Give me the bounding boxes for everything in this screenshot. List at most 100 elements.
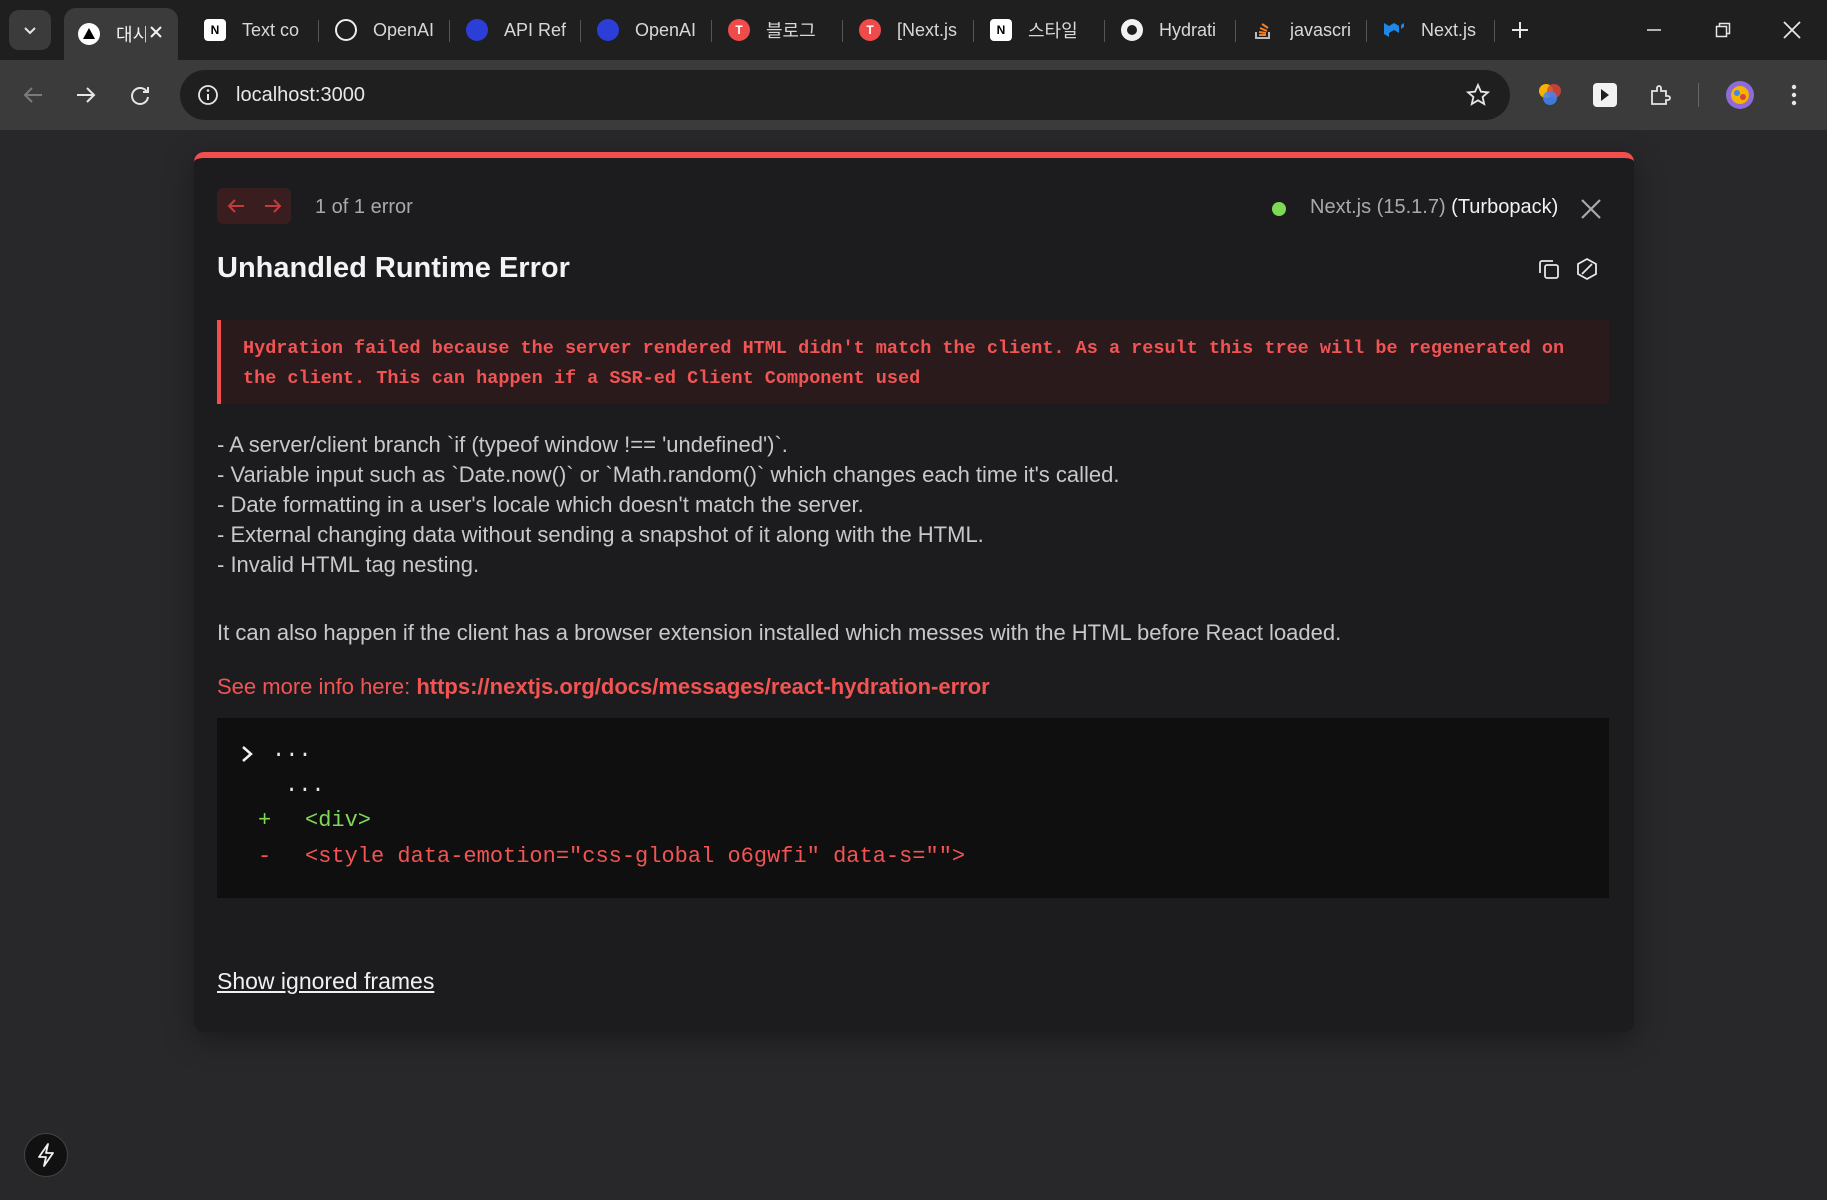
- reload-button[interactable]: [122, 77, 158, 113]
- tab-openai[interactable]: OpenAI: [321, 8, 439, 52]
- openai-icon: [335, 19, 357, 41]
- extensions-puzzle-icon[interactable]: [1642, 77, 1678, 113]
- dev-extension-icon[interactable]: [1587, 77, 1623, 113]
- arrow-left-icon: [23, 87, 42, 103]
- site-info-icon[interactable]: [192, 79, 224, 111]
- reload-icon: [131, 87, 149, 105]
- tab-title: OpenAI: [635, 19, 697, 40]
- cause-item: - A server/client branch `if (typeof win…: [217, 432, 788, 457]
- restore-button[interactable]: [1701, 10, 1745, 50]
- tab-title: [Next.js: [897, 19, 958, 40]
- minimize-icon: [1647, 29, 1661, 31]
- notion-icon: N: [204, 19, 226, 41]
- tab-style[interactable]: N 스타일: [976, 8, 1094, 52]
- cause-list: - A server/client branch `if (typeof win…: [217, 430, 1120, 580]
- plus-icon: [1512, 22, 1528, 38]
- tab-title: Text co: [242, 19, 300, 40]
- tab-title: Next.js: [1421, 19, 1477, 40]
- address-bar[interactable]: localhost:3000: [180, 70, 1510, 120]
- nextjs-icon: [78, 23, 100, 45]
- tab-title: Hydrati: [1159, 19, 1217, 40]
- arrow-right-icon: [264, 199, 281, 213]
- notion-icon: N: [990, 19, 1012, 41]
- tab-title: OpenAI: [373, 19, 435, 40]
- hydration-docs-link[interactable]: https://nextjs.org/docs/messages/react-h…: [416, 674, 989, 699]
- error-pager: [217, 188, 291, 224]
- tab-title: 대시보드: [116, 25, 146, 45]
- error-title: Unhandled Runtime Error: [217, 252, 570, 284]
- tab-title: API Ref: [504, 19, 566, 40]
- extension-note: It can also happen if the client has a b…: [217, 620, 1342, 645]
- build-status-dot: [1272, 202, 1286, 216]
- diff-code-block: ... ... + <div> - <style data-emotion="c…: [217, 718, 1609, 898]
- diff-removed-line: <style data-emotion="css-global o6gwfi" …: [305, 844, 966, 869]
- nextjs-dev-tools-button[interactable]: [24, 1133, 68, 1177]
- arrow-right-icon: [77, 87, 96, 103]
- minimize-button[interactable]: [1632, 10, 1676, 50]
- forward-button[interactable]: [68, 77, 104, 113]
- url-text[interactable]: localhost:3000: [236, 84, 365, 107]
- lightning-bolt-icon: [38, 1143, 54, 1167]
- previous-error-button[interactable]: [217, 188, 254, 224]
- tab-search-button[interactable]: [9, 10, 51, 50]
- diff-removed-marker: -: [258, 844, 272, 869]
- cause-item: - Invalid HTML tag nesting.: [217, 552, 480, 577]
- tab-nextjs-blog[interactable]: T [Next.js: [845, 8, 963, 52]
- tab-title: 블로그: [766, 21, 816, 41]
- close-icon: [1783, 21, 1801, 39]
- mui-icon: [1383, 19, 1405, 41]
- diff-added-marker: +: [258, 808, 272, 833]
- more-menu-icon[interactable]: [1776, 77, 1812, 113]
- more-info: See more info here: https://nextjs.org/d…: [217, 674, 990, 700]
- back-button[interactable]: [15, 77, 51, 113]
- tab-nextjs[interactable]: Next.js: [1369, 8, 1487, 52]
- tab-hydration[interactable]: Hydrati: [1107, 8, 1225, 52]
- cause-item: - Date formatting in a user's locale whi…: [217, 492, 864, 517]
- tistory-icon: T: [728, 19, 750, 41]
- tab-api-ref[interactable]: API Ref: [452, 8, 570, 52]
- tab-strip: 대시보드 N Text co OpenAI API Ref OpenAI T 블…: [0, 0, 1827, 60]
- cause-item: - External changing data without sending…: [217, 522, 984, 547]
- copy-icon[interactable]: [1534, 254, 1564, 284]
- bundler-label: (Turbopack): [1451, 196, 1559, 218]
- browser-toolbar: localhost:3000: [0, 60, 1827, 130]
- cause-item: - Variable input such as `Date.now()` or…: [217, 462, 1120, 487]
- expand-chevron-icon[interactable]: [237, 742, 257, 766]
- tab-title: javascri: [1290, 19, 1352, 40]
- tab-text-co[interactable]: N Text co: [190, 8, 308, 52]
- stackoverflow-icon: [1252, 19, 1274, 41]
- page-content: 1 of 1 error Next.js (15.1.7) (Turbopack…: [0, 130, 1827, 1200]
- new-tab-button[interactable]: [1504, 14, 1536, 46]
- github-icon: [1121, 19, 1143, 41]
- arrow-left-icon: [227, 199, 244, 213]
- window-close-button[interactable]: [1770, 10, 1814, 50]
- openai-blue-icon: [597, 19, 619, 41]
- nextjs-version: Next.js (15.1.7) (Turbopack): [1310, 196, 1558, 219]
- tab-title: 스타일: [1028, 21, 1078, 41]
- profile-avatar[interactable]: [1722, 77, 1758, 113]
- error-overlay-dialog: 1 of 1 error Next.js (15.1.7) (Turbopack…: [194, 152, 1634, 1032]
- close-icon: [1581, 199, 1601, 219]
- bookmark-star-icon[interactable]: [1464, 81, 1492, 109]
- close-overlay-button[interactable]: [1576, 194, 1606, 224]
- color-extension-icon[interactable]: [1532, 77, 1568, 113]
- tistory-icon: T: [859, 19, 881, 41]
- diff-added-line: <div>: [305, 808, 372, 833]
- tab-blog[interactable]: T 블로그: [714, 8, 832, 52]
- next-error-button[interactable]: [254, 188, 291, 224]
- chevron-down-icon: [24, 27, 36, 35]
- restore-icon: [1715, 22, 1731, 38]
- version-label: Next.js (15.1.7): [1310, 196, 1446, 218]
- openai-blue-icon: [466, 19, 488, 41]
- error-message-box: Hydration failed because the server rend…: [217, 320, 1609, 404]
- more-info-label: See more info here:: [217, 674, 417, 699]
- docs-hexagon-icon[interactable]: [1572, 254, 1602, 284]
- error-count: 1 of 1 error: [315, 196, 413, 218]
- show-ignored-frames-link[interactable]: Show ignored frames: [217, 968, 434, 995]
- tab-dashboard[interactable]: 대시보드: [64, 8, 178, 60]
- tab-openai-2[interactable]: OpenAI: [583, 8, 701, 52]
- diff-line: ...: [285, 773, 325, 798]
- close-icon[interactable]: [146, 22, 166, 42]
- diff-line: ...: [272, 738, 312, 763]
- tab-javascript[interactable]: javascri: [1238, 8, 1356, 52]
